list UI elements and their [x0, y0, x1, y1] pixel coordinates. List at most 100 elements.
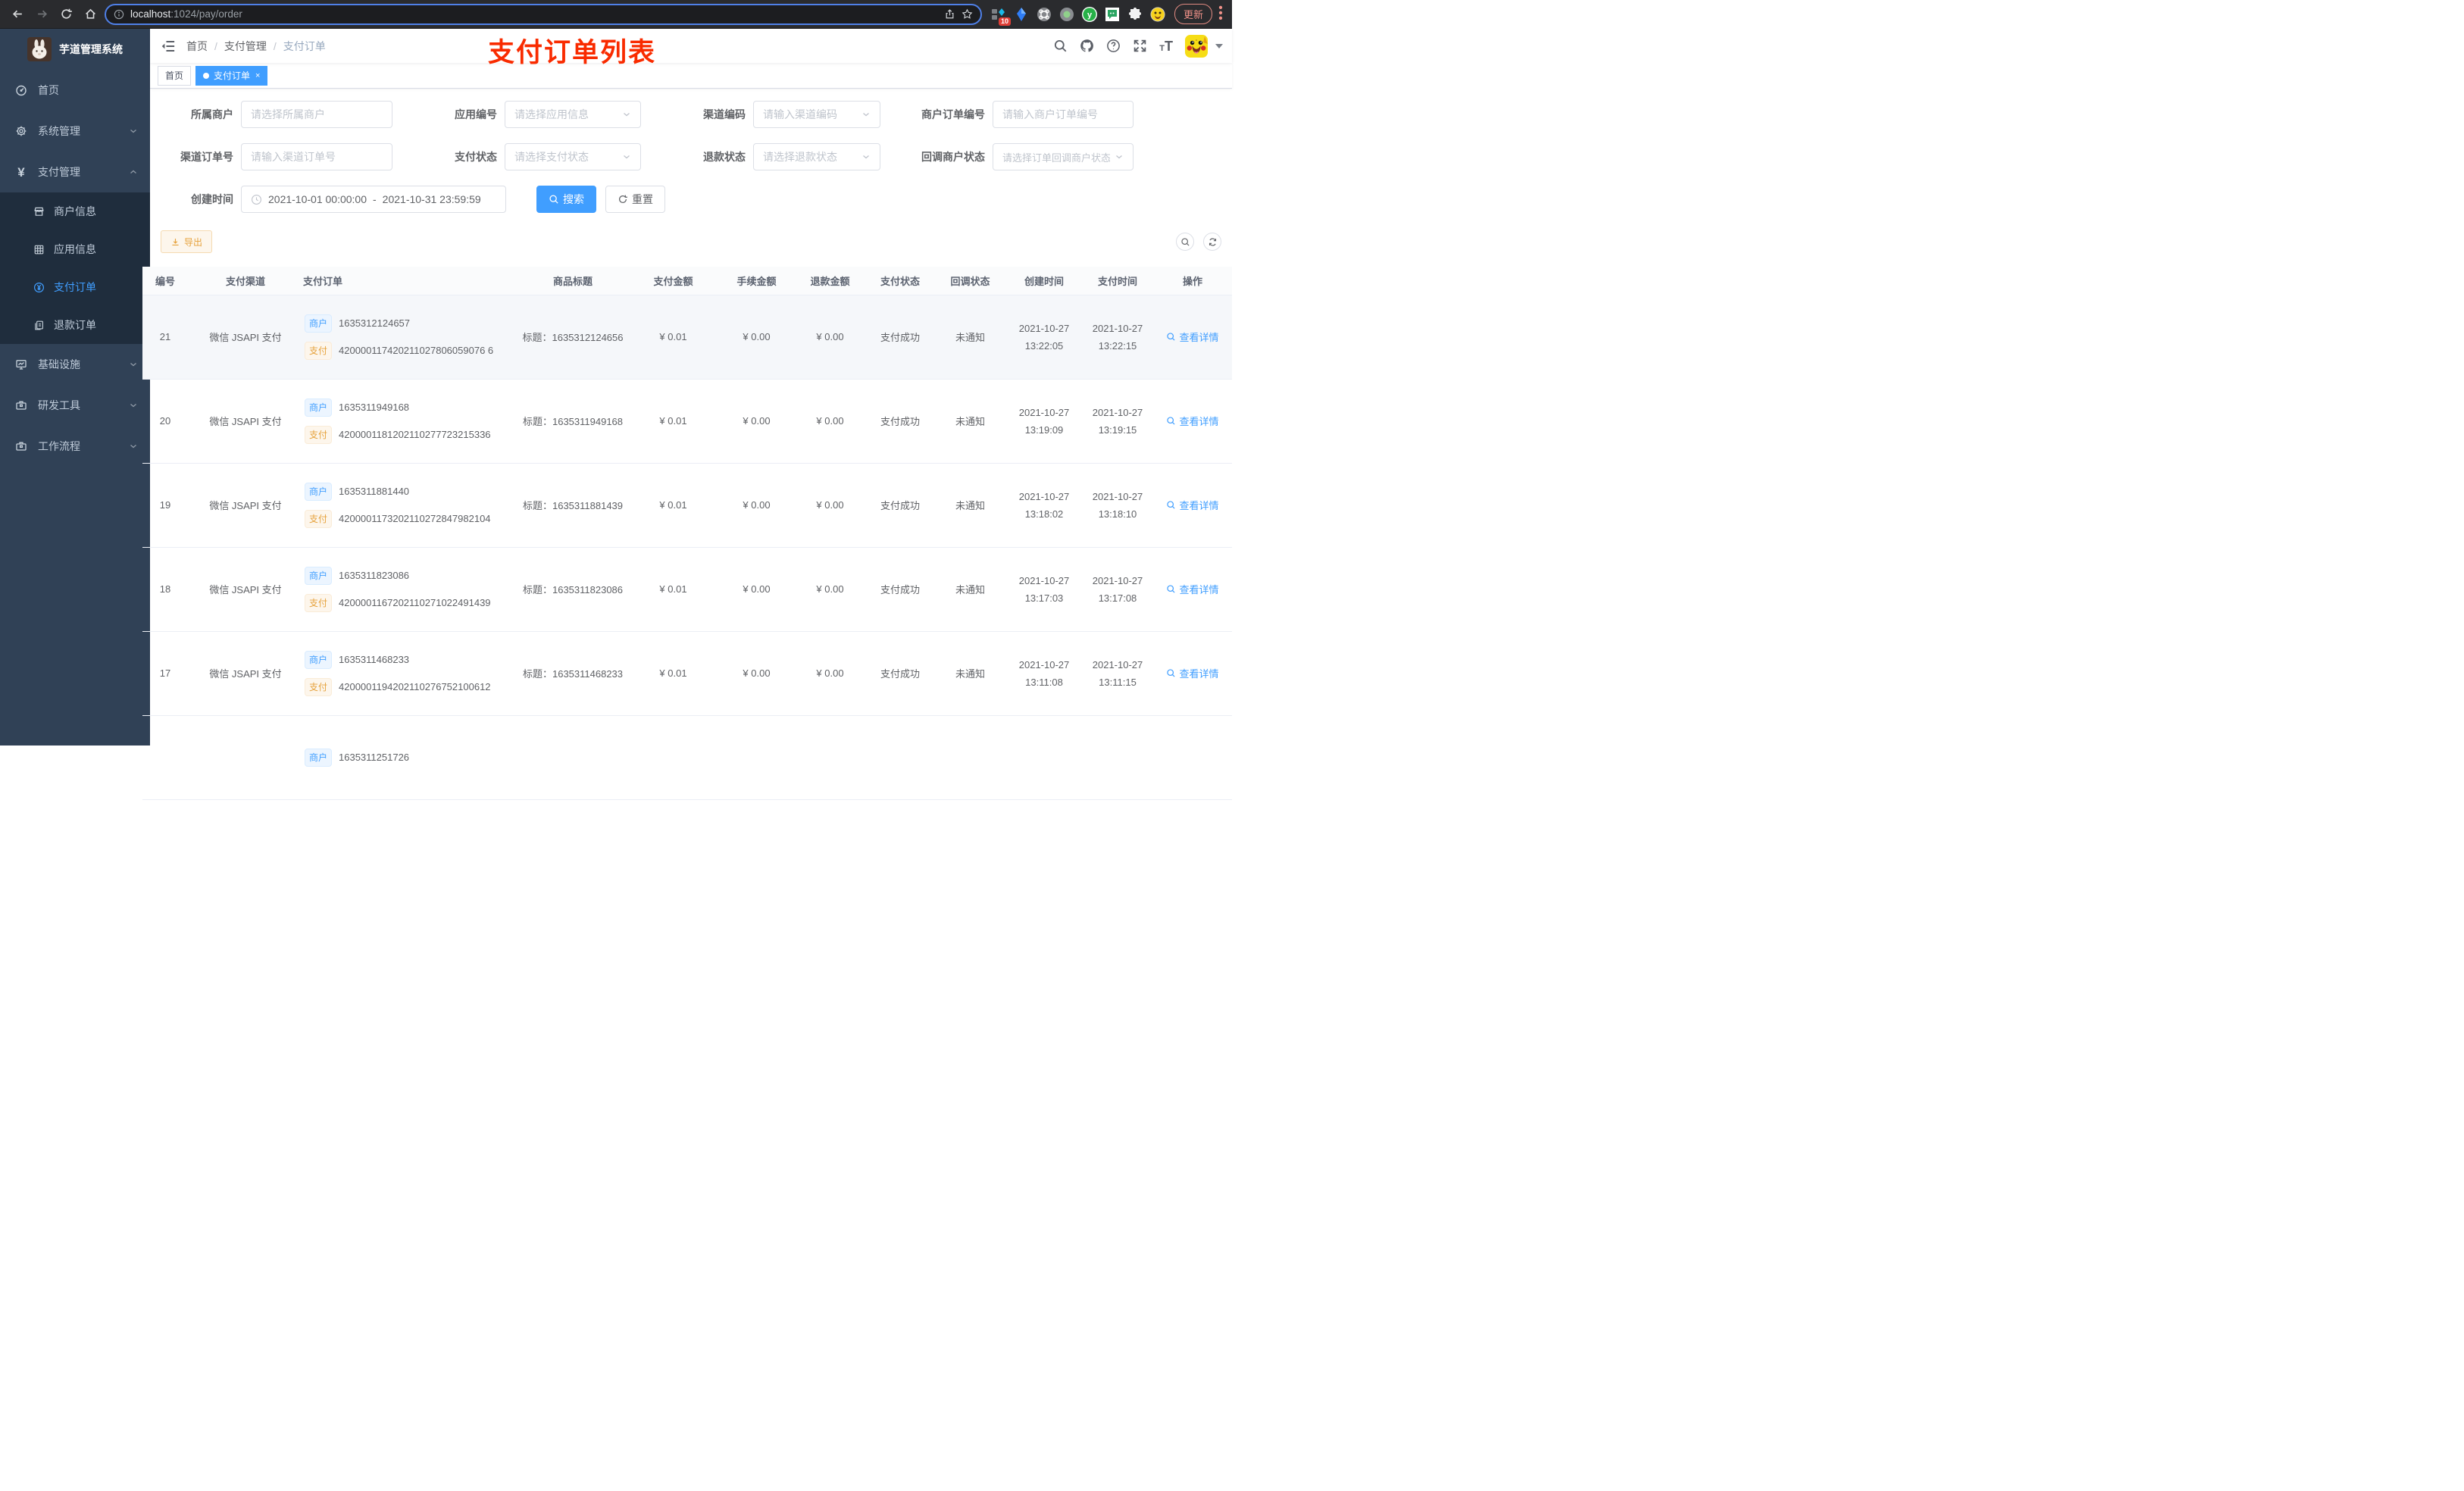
pay-status-select[interactable]: 请选择支付状态	[505, 143, 641, 170]
sidebar-item-workflow[interactable]: 工作流程	[0, 426, 150, 467]
breadcrumb-parent[interactable]: 支付管理	[224, 39, 267, 54]
refresh-table-button[interactable]	[1203, 233, 1221, 251]
yen-icon: ¥	[17, 164, 25, 180]
col-channel: 支付渠道	[188, 267, 303, 295]
filter-row-2: 渠道订单号 支付状态 请选择支付状态 退款状态 请选择退款状态	[150, 143, 1232, 170]
search-button[interactable]: 搜索	[536, 186, 596, 213]
grid-icon	[33, 244, 45, 255]
chrome-menu-icon[interactable]: • • •	[1217, 2, 1224, 24]
avatar-caret-icon[interactable]	[1215, 43, 1223, 48]
app-label: 应用编号	[455, 108, 497, 120]
notify-status-select[interactable]: 请选择订单回调商户状态	[993, 143, 1134, 170]
extension-puzzle-icon[interactable]	[1127, 7, 1143, 22]
chevron-down-icon	[624, 155, 630, 159]
hamburger-icon[interactable]	[161, 39, 176, 54]
toolbox-icon	[15, 399, 27, 411]
view-detail-link[interactable]: 查看详情	[1166, 666, 1219, 680]
create-time-range-picker[interactable]: 2021-10-01 00:00:00 - 2021-10-31 23:59:5…	[241, 186, 506, 213]
reset-button[interactable]: 重置	[605, 186, 665, 213]
app-logo-row[interactable]: 芋道管理系统	[0, 29, 150, 70]
browser-reload-icon[interactable]	[56, 5, 76, 24]
chevron-down-icon	[624, 113, 630, 117]
extension-command-icon[interactable]	[1037, 7, 1052, 22]
url-text: localhost:1024/pay/order	[130, 8, 242, 20]
extension-emoji-icon[interactable]	[1150, 7, 1165, 22]
col-refund: 退款金额	[794, 267, 866, 295]
range-end: 2021-10-31 23:59:59	[382, 193, 481, 205]
app-select[interactable]: 请选择应用信息	[505, 101, 641, 128]
chevron-down-icon	[130, 444, 136, 449]
export-button[interactable]: 导出	[161, 230, 213, 253]
help-icon[interactable]	[1106, 39, 1121, 53]
sidebar-item-refund-order[interactable]: 退款订单	[0, 306, 150, 344]
gear-icon	[15, 125, 27, 137]
sidebar-item-merchant-info[interactable]: 商户信息	[0, 192, 150, 230]
sidebar-item-payment[interactable]: ¥ 支付管理	[0, 152, 150, 192]
breadcrumb-home[interactable]: 首页	[186, 39, 208, 54]
clock-icon	[252, 194, 261, 205]
col-create-time: 创建时间	[1006, 267, 1082, 295]
channel-code-label: 渠道编码	[703, 108, 746, 120]
sidebar-item-infra[interactable]: 基础设施	[0, 344, 150, 385]
tag-home[interactable]: 首页	[158, 65, 192, 86]
search-icon[interactable]	[1053, 39, 1068, 53]
tag-pay-order[interactable]: 支付订单 ×	[195, 65, 268, 86]
table-toolbar: 导出	[161, 230, 1221, 253]
sidebar-item-pay-order[interactable]: 支付订单	[0, 268, 150, 306]
annotation-title: 支付订单列表	[488, 38, 657, 67]
extension-dot-icon[interactable]	[1059, 7, 1074, 22]
extension-tasks-icon[interactable]: 10	[991, 7, 1011, 26]
avatar[interactable]	[1185, 34, 1208, 58]
table-row[interactable]: 20 微信 JSAPI 支付 商户 1635311949168 支付 4200001…	[142, 379, 1232, 464]
merchant-tag: 商户	[305, 482, 333, 501]
table-row[interactable]: 18 微信 JSAPI 支付 商户 1635311823086 支付 4200001…	[142, 547, 1232, 632]
github-icon[interactable]	[1080, 39, 1094, 53]
table-row[interactable]: 17 微信 JSAPI 支付 商户 1635311468233 支付 4200001…	[142, 631, 1232, 716]
extension-y-icon[interactable]: y	[1081, 6, 1097, 22]
chevron-down-icon	[863, 155, 869, 159]
address-bar[interactable]: localhost:1024/pay/order	[105, 3, 982, 25]
merchant-order-no-input[interactable]	[993, 101, 1134, 128]
bookmark-star-icon[interactable]	[962, 8, 973, 20]
browser-home-icon[interactable]	[80, 5, 100, 24]
toggle-search-button[interactable]	[1176, 233, 1194, 251]
view-detail-link[interactable]: 查看详情	[1166, 498, 1219, 512]
monitor-icon	[15, 358, 27, 370]
filter-row-1: 所属商户 应用编号 请选择应用信息 渠道编码 请输入渠道编码	[150, 101, 1232, 128]
circled-yen-icon	[33, 282, 45, 293]
refresh-icon	[1209, 237, 1216, 246]
merchant-input[interactable]	[241, 101, 392, 128]
channel-order-no-input[interactable]	[241, 143, 392, 170]
search-icon	[1167, 585, 1176, 593]
browser-back-icon[interactable]	[8, 5, 27, 24]
view-detail-link[interactable]: 查看详情	[1166, 330, 1219, 344]
search-icon	[1167, 333, 1176, 341]
refund-status-select[interactable]: 请选择退款状态	[753, 143, 880, 170]
refund-status-label: 退款状态	[703, 151, 746, 163]
table-row[interactable]: 商户 1635311251726	[142, 715, 1232, 800]
extension-chat-icon[interactable]	[1105, 7, 1120, 22]
browser-forward-icon[interactable]	[32, 5, 52, 24]
col-order: 支付订单	[303, 267, 518, 295]
extension-kite-icon[interactable]	[1014, 7, 1029, 22]
filter-row-3: 创建时间 2021-10-01 00:00:00 - 2021-10-31 23…	[150, 186, 1232, 213]
fullscreen-icon[interactable]	[1133, 39, 1147, 53]
sidebar-item-home[interactable]: 首页	[0, 70, 150, 111]
sidebar-item-app-info[interactable]: 应用信息	[0, 230, 150, 268]
view-detail-link[interactable]: 查看详情	[1166, 582, 1219, 596]
channel-code-select[interactable]: 请输入渠道编码	[753, 101, 880, 128]
chrome-update-button[interactable]: 更新	[1174, 4, 1212, 24]
tag-close-icon[interactable]: ×	[255, 71, 260, 80]
table-row[interactable]: 21 微信 JSAPI 支付 商户 1635312124657 支付 4200001…	[142, 295, 1232, 380]
table-row[interactable]: 19 微信 JSAPI 支付 商户 1635311881440 支付 4200001…	[142, 463, 1232, 548]
app-logo	[27, 37, 52, 61]
sidebar-item-system[interactable]: 系统管理	[0, 111, 150, 152]
site-info-icon[interactable]	[114, 9, 124, 20]
share-icon[interactable]	[944, 8, 955, 20]
view-detail-link[interactable]: 查看详情	[1166, 414, 1219, 428]
breadcrumb: 首页 / 支付管理 / 支付订单	[186, 39, 326, 54]
sidebar-item-devtools[interactable]: 研发工具	[0, 385, 150, 426]
font-size-icon[interactable]: TT	[1159, 39, 1173, 53]
col-fee: 手续金额	[719, 267, 794, 295]
channel-order-no-label: 渠道订单号	[180, 151, 233, 163]
